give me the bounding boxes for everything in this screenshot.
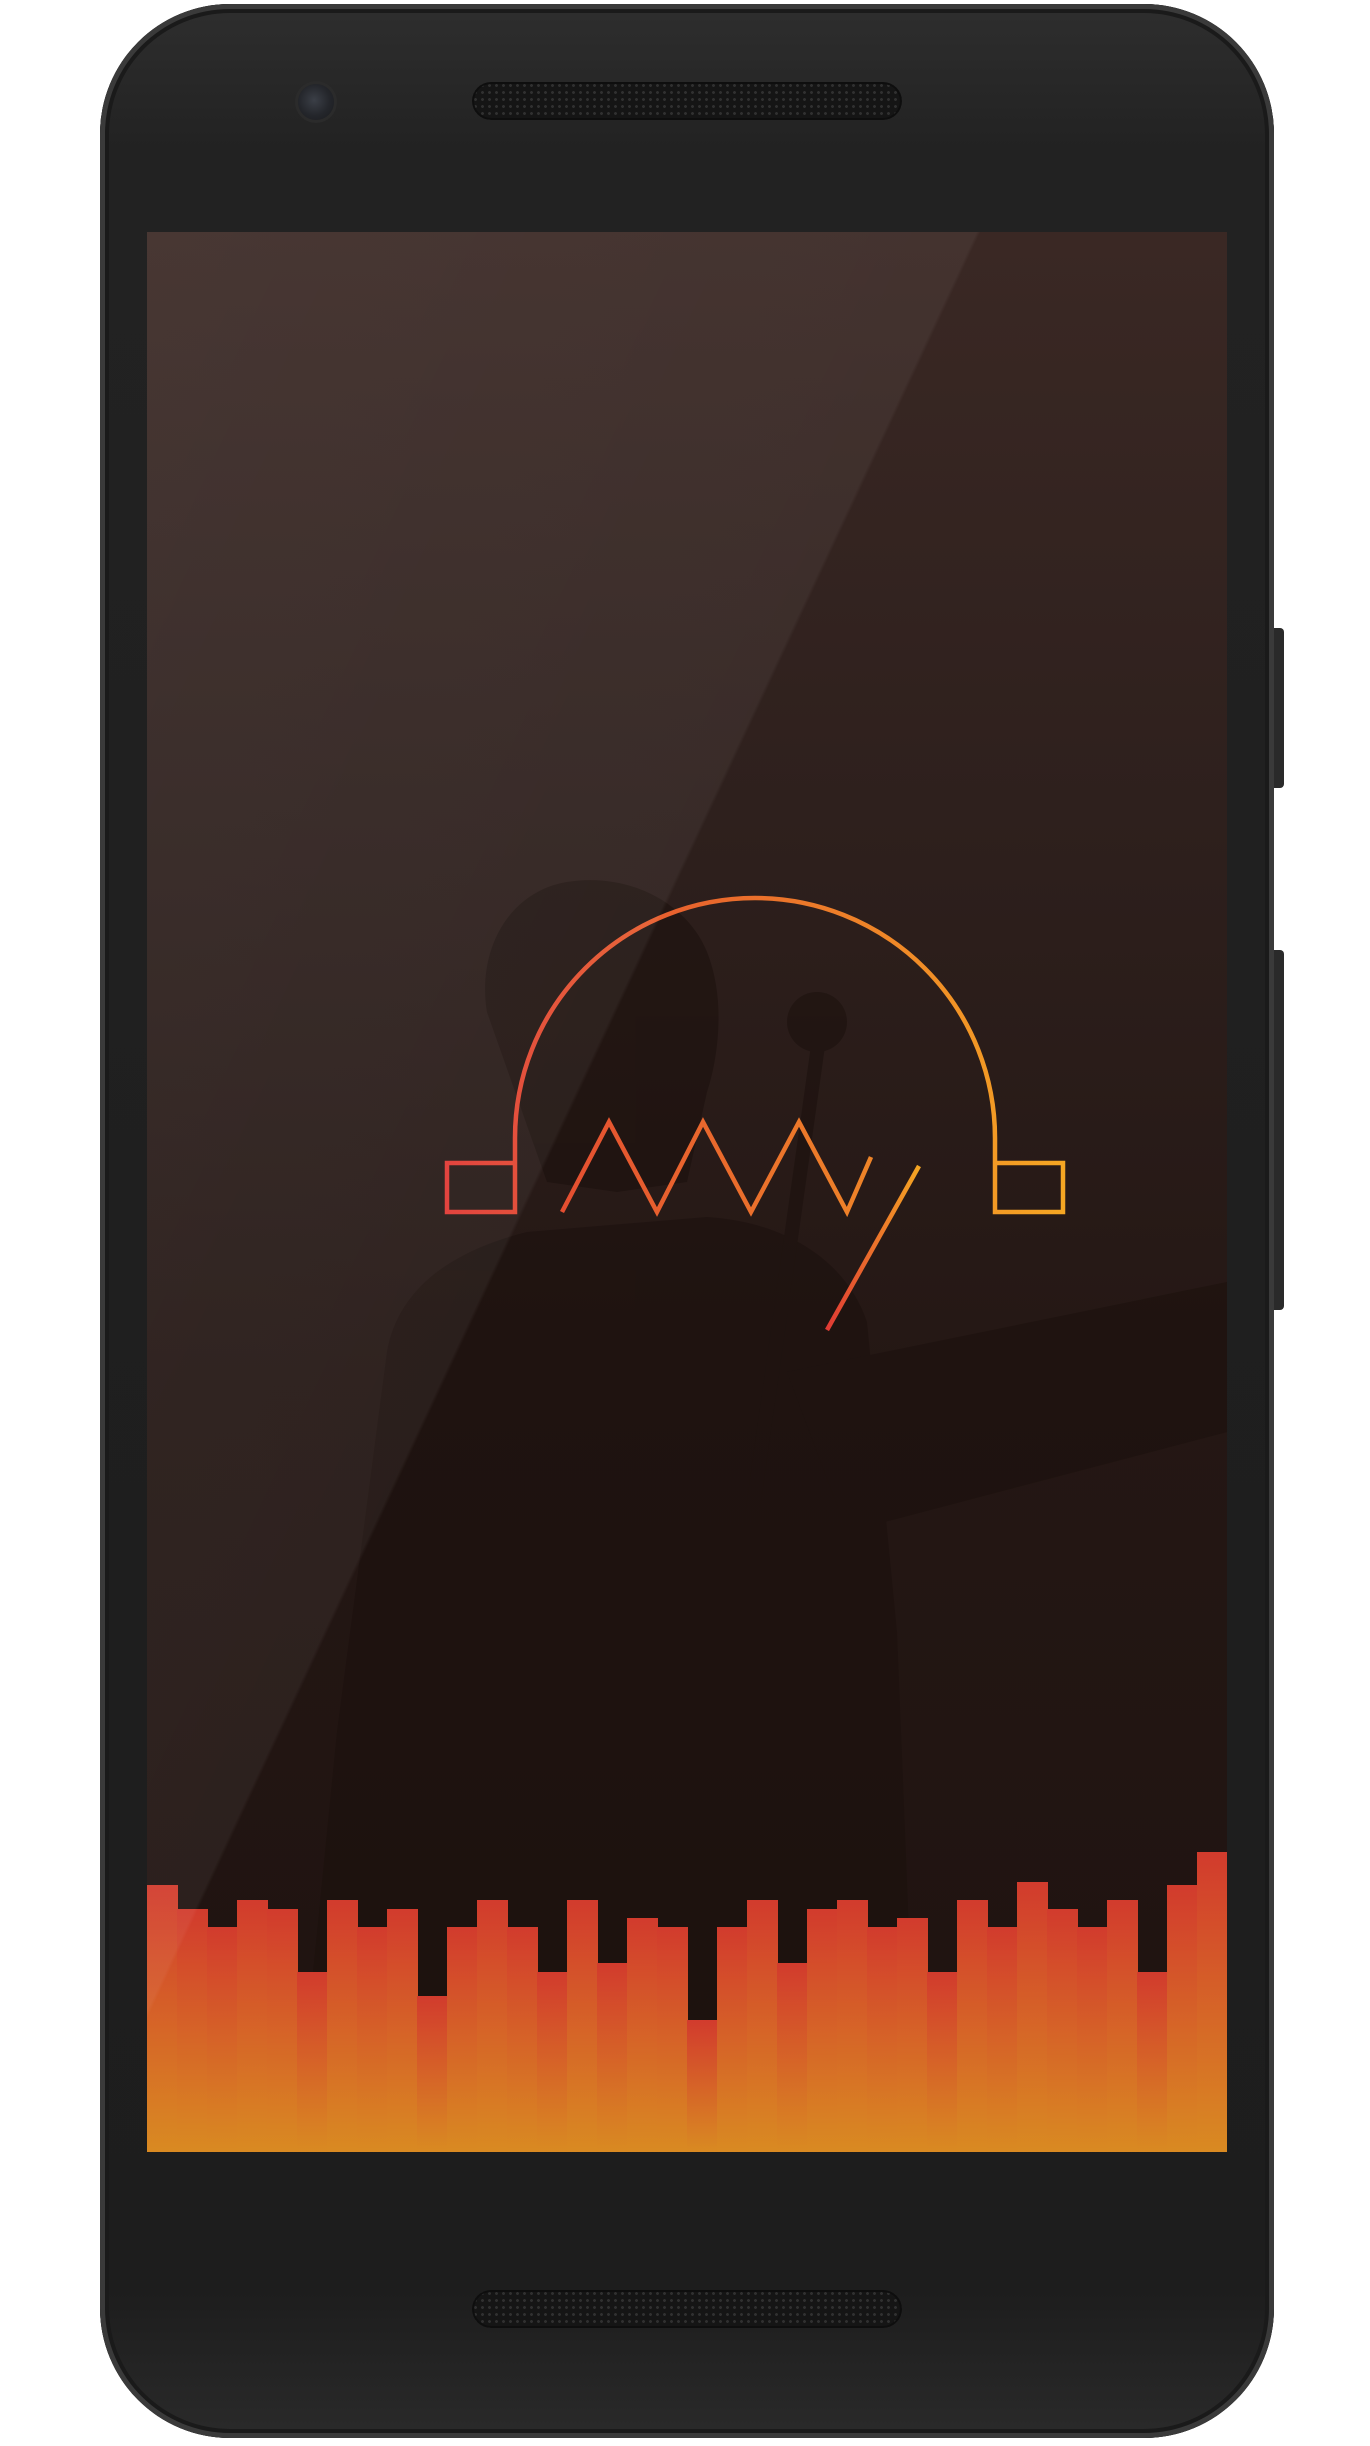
equalizer-bar: [777, 1963, 808, 2152]
equalizer-bar: [1047, 1909, 1078, 2152]
equalizer-bar: [327, 1900, 358, 2152]
equalizer-bar: [237, 1900, 268, 2152]
equalizer-bar: [147, 1885, 178, 2152]
equalizer-bar: [267, 1909, 298, 2152]
equalizer-bar: [417, 1996, 448, 2152]
equalizer-bar: [927, 1972, 958, 2152]
equalizer-bar: [597, 1963, 628, 2152]
equalizer-bar: [1167, 1885, 1198, 2152]
equalizer-bar: [807, 1909, 838, 2152]
equalizer-bar: [507, 1927, 538, 2152]
equalizer-bar: [1017, 1882, 1048, 2152]
equalizer-bar: [177, 1909, 208, 2152]
bottom-speaker-grille: [472, 2290, 902, 2328]
equalizer-bar: [987, 1927, 1018, 2152]
volume-rocker[interactable]: [1274, 950, 1284, 1310]
equalizer-bar: [1137, 1972, 1168, 2152]
equalizer-visualizer: [147, 1852, 1227, 2152]
equalizer-bar: [627, 1918, 658, 2152]
equalizer-bar: [1107, 1900, 1138, 2152]
equalizer-bar: [837, 1900, 868, 2152]
equalizer-bar: [897, 1918, 928, 2152]
power-button[interactable]: [1274, 628, 1284, 788]
front-camera-icon: [298, 84, 334, 120]
top-speaker-grille: [472, 82, 902, 120]
equalizer-bar: [357, 1927, 388, 2152]
equalizer-bar: [657, 1927, 688, 2152]
equalizer-bar: [867, 1927, 898, 2152]
equalizer-bar: [957, 1900, 988, 2152]
equalizer-bar: [447, 1927, 478, 2152]
equalizer-bar: [687, 2020, 718, 2152]
equalizer-bar: [1077, 1927, 1108, 2152]
equalizer-bar: [1197, 1852, 1227, 2152]
equalizer-bar: [387, 1909, 418, 2152]
equalizer-bar: [477, 1900, 508, 2152]
equalizer-bar: [747, 1900, 778, 2152]
equalizer-bar: [207, 1927, 238, 2152]
equalizer-bar: [717, 1927, 748, 2152]
splash-screen: [147, 232, 1227, 2152]
equalizer-bar: [297, 1972, 328, 2152]
equalizer-bar: [567, 1900, 598, 2152]
equalizer-bar: [537, 1972, 568, 2152]
